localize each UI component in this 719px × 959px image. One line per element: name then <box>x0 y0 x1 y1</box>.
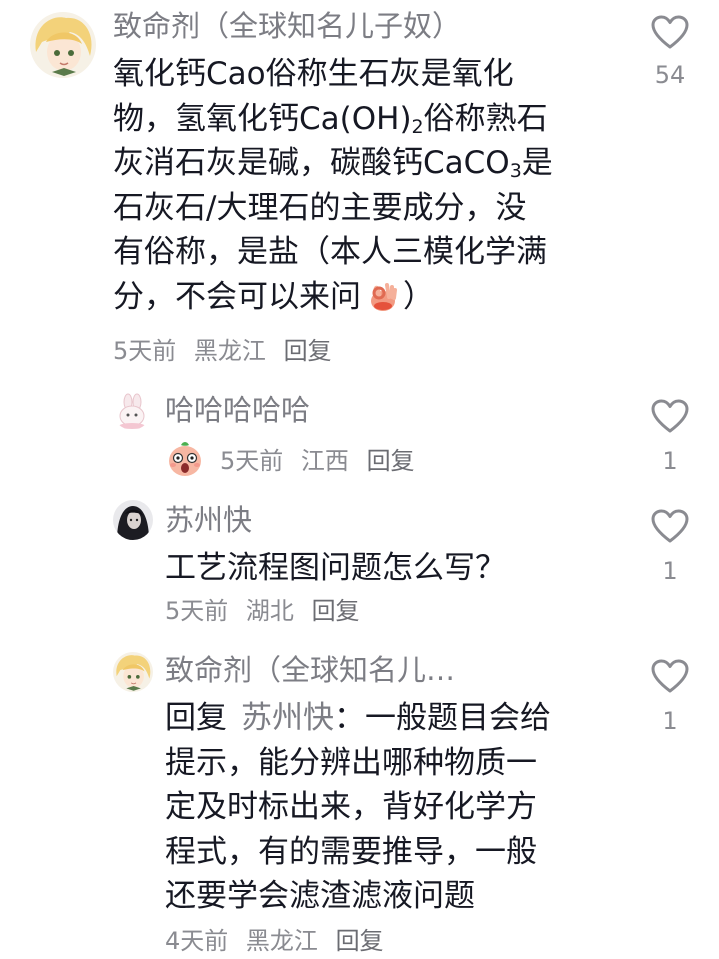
avatar-zhimingji[interactable] <box>113 652 153 692</box>
reply-button[interactable]: 回复 <box>336 927 384 955</box>
reply-button[interactable]: 回复 <box>367 447 415 475</box>
reply-text-segment: ：一般题目会给 <box>334 700 551 736</box>
reply-location: 黑龙江 <box>245 927 318 955</box>
like-count: 1 <box>662 707 678 735</box>
reply-meta: 4天前 黑龙江 回复 <box>165 926 394 956</box>
like-count: 1 <box>662 557 678 585</box>
reply-time: 5天前 <box>165 597 229 625</box>
heart-icon <box>651 15 689 49</box>
reply-text: 回复 苏州快：一般题目会给 提示，能分辨出哪种物质一 定及时标出来，背好化学方 程… <box>165 696 625 919</box>
comment-text-line: 石灰石/大理石的主要成分，没 <box>113 189 527 226</box>
reply-text-line: 定及时标出来，背好化学方 <box>165 789 537 825</box>
like-count: 1 <box>662 447 678 475</box>
like-button[interactable]: 54 <box>640 14 700 90</box>
comment-text-segment: 俗称熟石 <box>423 100 548 137</box>
reply-text-line: 回复 苏州快：一般题目会给 <box>165 696 625 741</box>
comment-text-segment: ） <box>403 278 434 315</box>
reply-location: 湖北 <box>245 597 294 625</box>
reply-text-line: 提示，能分辨出哪种物质一 <box>165 744 537 781</box>
like-button[interactable]: 1 <box>640 508 700 586</box>
avatar-zhimingji[interactable] <box>30 12 96 78</box>
comment-text-line: 氧化钙Cao俗称生石灰是氧化 <box>113 56 514 92</box>
comment-time: 5天前 <box>113 337 177 365</box>
reply-prefix: 回复 <box>165 700 227 736</box>
reply-author-name[interactable]: 哈哈哈哈哈 <box>165 392 310 428</box>
comment-author-name[interactable]: 致命剂（全球知名儿子奴） <box>113 8 461 44</box>
comment-location: 黑龙江 <box>193 337 266 365</box>
reply-button[interactable]: 回复 <box>312 597 360 625</box>
like-count: 54 <box>654 61 686 89</box>
anime-boy-avatar-icon <box>30 12 96 78</box>
comment-text-line: 分，不会可以来问 ） <box>113 275 633 326</box>
reply-time: 4天前 <box>165 927 229 955</box>
dark-portrait-avatar-icon <box>113 500 153 540</box>
comment-text-line: 灰消石灰是碱，碳酸钙CaCO3是 <box>113 141 633 186</box>
like-button[interactable]: 1 <box>640 658 700 736</box>
subscript: 3 <box>509 160 522 182</box>
reply-location: 江西 <box>300 447 349 475</box>
comment-text-line: 有俗称，是盐（本人三模化学满 <box>113 234 547 270</box>
anime-boy-avatar-icon <box>113 652 153 692</box>
heart-icon <box>651 399 689 433</box>
reply-text-line: 还要学会滤渣滤液问题 <box>165 878 475 914</box>
reply-meta: 5天前 湖北 回复 <box>165 596 370 626</box>
ok-hand-icon <box>365 279 399 326</box>
comment-text-segment: 分，不会可以来问 <box>113 278 361 315</box>
comment-text: 氧化钙Cao俗称生石灰是氧化 物，氢氧化钙Ca(OH)2俗称熟石 灰消石灰是碱，… <box>113 52 633 325</box>
reply-button[interactable]: 回复 <box>284 337 332 365</box>
comment-text-segment: 灰消石灰是碱，碳酸钙CaCO <box>113 145 510 181</box>
comment-meta: 5天前 黑龙江 回复 <box>113 336 342 366</box>
reply-author-name[interactable]: 致命剂（全球知名儿… <box>165 652 455 688</box>
avatar-hahaha[interactable] <box>113 392 151 430</box>
reply-author-name[interactable]: 苏州快 <box>165 502 252 538</box>
comment-text-line: 物，氢氧化钙Ca(OH)2俗称熟石 <box>113 97 633 142</box>
mention-link[interactable]: 苏州快 <box>241 700 334 736</box>
like-button[interactable]: 1 <box>640 398 700 476</box>
heart-icon <box>651 659 689 693</box>
scared-face-sticker <box>165 438 205 478</box>
reply-time: 5天前 <box>220 447 284 475</box>
bunny-avatar-icon <box>113 392 151 430</box>
subscript: 2 <box>411 115 424 138</box>
heart-icon <box>651 509 689 543</box>
avatar-suzhoukuai[interactable] <box>113 500 153 540</box>
comment-text-segment: 是 <box>521 145 553 181</box>
reply-text: 工艺流程图问题怎么写？ <box>165 550 506 586</box>
reply-meta: 5天前 江西 回复 <box>220 446 425 476</box>
comment-text-segment: 物，氢氧化钙Ca(OH) <box>113 100 412 137</box>
reply-text-line: 程式，有的需要推导，一般 <box>165 833 537 870</box>
